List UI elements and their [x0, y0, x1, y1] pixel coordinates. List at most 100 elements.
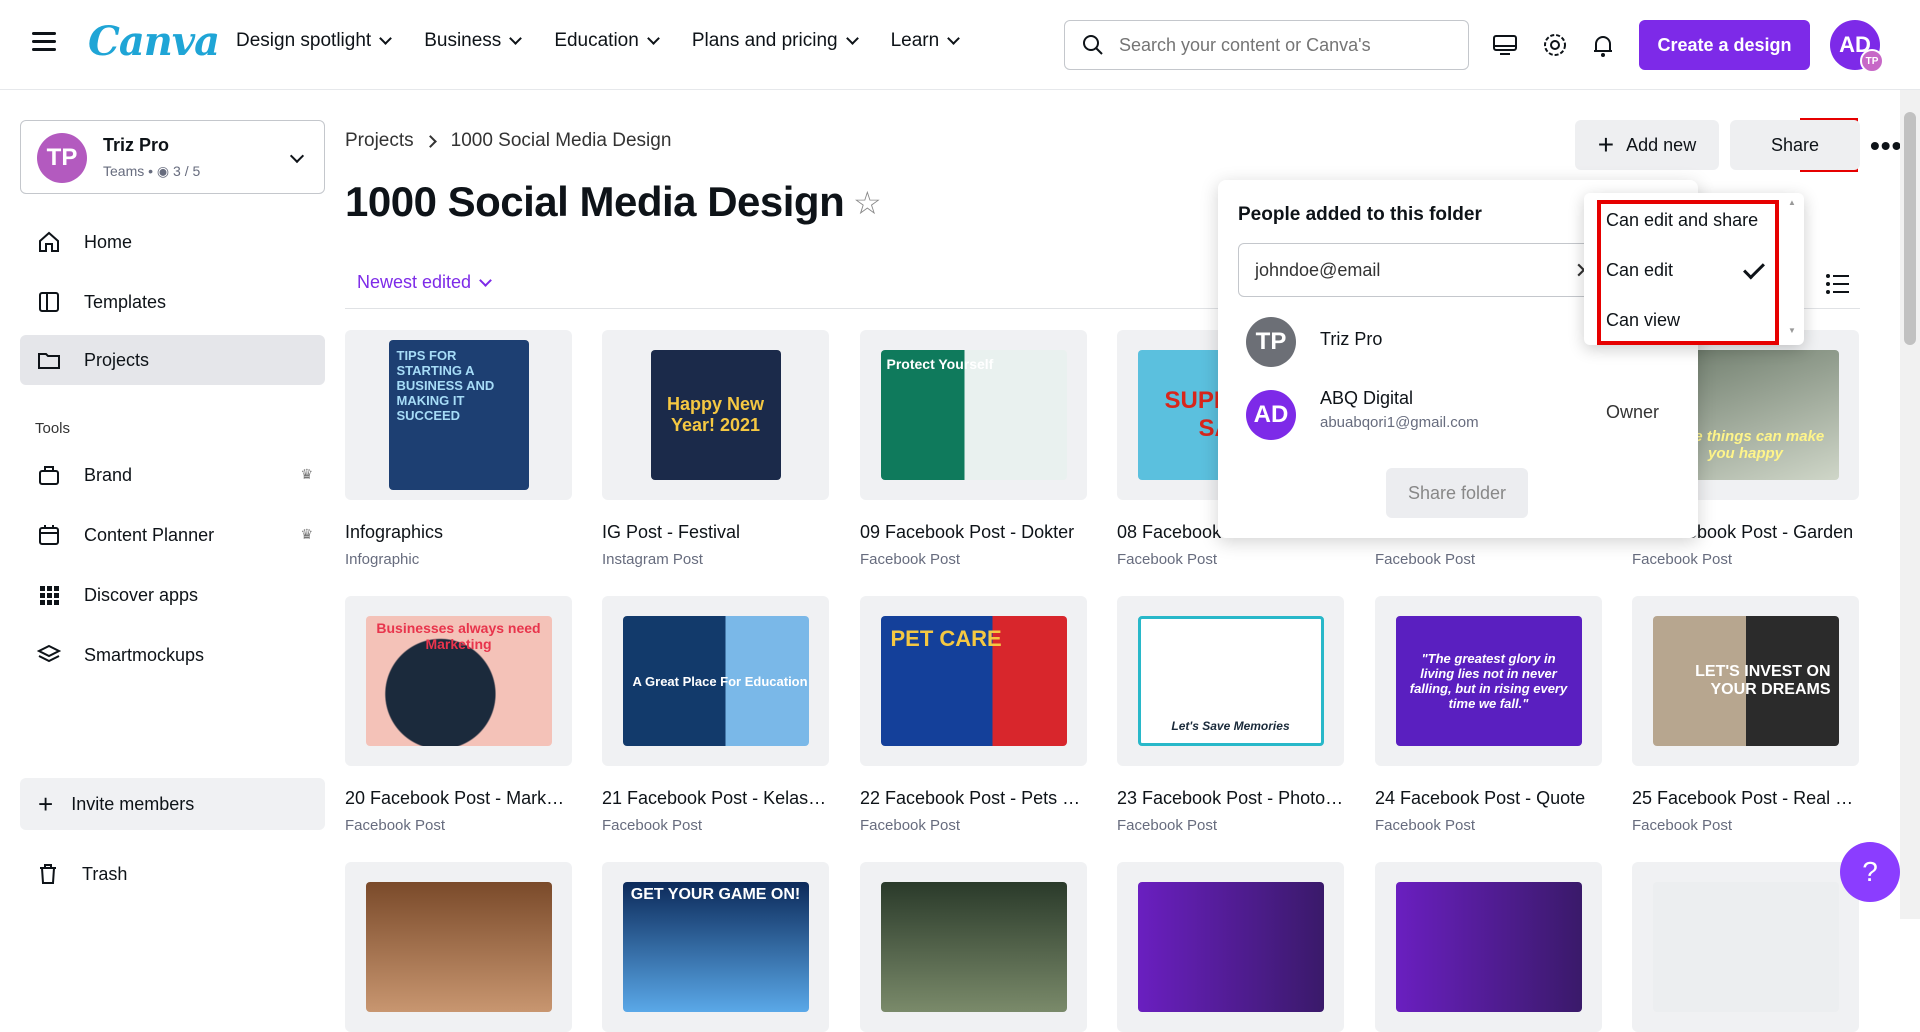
design-title[interactable]: Infographics	[345, 522, 572, 543]
canva-logo[interactable]: Canva	[88, 18, 220, 65]
thumb-image	[1652, 882, 1839, 1012]
design-thumbnail[interactable]: PET CARE	[860, 596, 1087, 766]
design-thumbnail[interactable]: Protect Yourself	[860, 330, 1087, 500]
team-avatar: TP	[37, 133, 87, 183]
permission-option-edit[interactable]: Can edit	[1606, 260, 1673, 281]
sidebar-item-projects[interactable]: Projects	[20, 335, 325, 385]
nav-business[interactable]: Business	[424, 30, 523, 52]
sidebar-item-trash[interactable]: Trash	[36, 862, 127, 886]
design-card[interactable]: "The greatest glory in living lies not i…	[1375, 596, 1602, 834]
permission-option-edit-share[interactable]: Can edit and share	[1606, 210, 1758, 231]
thumb-image	[1137, 882, 1324, 1012]
person-row: AD ABQ Digital abuabqori1@gmail.com	[1246, 388, 1479, 440]
nav-plans-pricing[interactable]: Plans and pricing	[692, 30, 859, 52]
design-card[interactable]: A Great Place For Education 21 Facebook …	[602, 596, 829, 834]
sidebar-item-home[interactable]: Home	[20, 217, 325, 267]
menu-icon[interactable]	[32, 32, 56, 52]
design-card[interactable]: LET'S INVEST ON YOUR DREAMS 25 Facebook …	[1632, 596, 1859, 834]
popover-title: People added to this folder	[1238, 204, 1482, 225]
design-type: Facebook Post	[1375, 817, 1476, 834]
design-title[interactable]: IG Post - Festival	[602, 522, 829, 543]
templates-icon	[36, 289, 62, 315]
thumb-image: Protect Yourself	[880, 350, 1067, 480]
design-type: Facebook Post	[1117, 551, 1218, 568]
design-thumbnail[interactable]: Businesses always need Marketing	[345, 596, 572, 766]
nav-design-spotlight[interactable]: Design spotlight	[236, 30, 393, 52]
design-card[interactable]: Happy New Year! 2021 IG Post - Festival …	[602, 330, 829, 568]
desktop-icon[interactable]	[1490, 30, 1520, 60]
design-card[interactable]	[1632, 862, 1859, 1032]
layers-icon	[36, 642, 62, 668]
share-button[interactable]: Share	[1730, 120, 1860, 170]
chevron-down-icon	[646, 32, 660, 45]
create-design-button[interactable]: Create a design	[1639, 20, 1810, 70]
design-type: Facebook Post	[602, 817, 703, 834]
person-role: Owner	[1606, 402, 1660, 422]
user-avatar[interactable]: AD TP	[1830, 20, 1884, 73]
sidebar-item-smartmockups[interactable]: Smartmockups	[20, 630, 325, 680]
email-field[interactable]: johndoe@email ✕	[1238, 243, 1608, 297]
design-thumbnail[interactable]: TIPS FOR STARTING A BUSINESS AND MAKING …	[345, 330, 572, 500]
design-card[interactable]: Businesses always need Marketing 20 Face…	[345, 596, 572, 834]
design-title[interactable]: 20 Facebook Post - Marketing	[345, 788, 572, 809]
nav-learn[interactable]: Learn	[891, 30, 961, 52]
design-card[interactable]: PET CARE 22 Facebook Post - Pets Care Fa…	[860, 596, 1087, 834]
permission-option-view[interactable]: Can view	[1606, 310, 1680, 331]
share-folder-button[interactable]: Share folder	[1386, 468, 1528, 518]
design-thumbnail[interactable]	[345, 862, 572, 1032]
design-thumbnail[interactable]	[860, 862, 1087, 1032]
add-new-button[interactable]: + Add new	[1575, 120, 1719, 170]
settings-icon[interactable]	[1540, 30, 1570, 60]
thumb-image: Businesses always need Marketing	[365, 616, 552, 746]
design-title[interactable]: 24 Facebook Post - Quote	[1375, 788, 1602, 809]
search-bar[interactable]	[1064, 20, 1469, 70]
invite-members-button[interactable]: + Invite members	[20, 778, 325, 830]
plus-icon: +	[38, 788, 54, 819]
design-card[interactable]: Protect Yourself 09 Facebook Post - Dokt…	[860, 330, 1087, 568]
design-card[interactable]	[345, 862, 572, 1032]
star-icon[interactable]: ☆	[853, 184, 882, 222]
design-title[interactable]: 09 Facebook Post - Dokter	[860, 522, 1087, 543]
thumb-image: A Great Place For Education	[622, 616, 809, 746]
design-thumbnail[interactable]	[1632, 862, 1859, 1032]
design-card[interactable]	[860, 862, 1087, 1032]
design-title[interactable]: 22 Facebook Post - Pets Care	[860, 788, 1087, 809]
design-card[interactable]	[1117, 862, 1344, 1032]
scrollbar-thumb[interactable]	[1904, 112, 1916, 345]
sidebar-item-templates[interactable]: Templates	[20, 277, 325, 327]
design-thumbnail[interactable]: "The greatest glory in living lies not i…	[1375, 596, 1602, 766]
help-button[interactable]: ?	[1840, 842, 1900, 902]
design-title[interactable]: 23 Facebook Post - Photography	[1117, 788, 1344, 809]
search-input[interactable]	[1119, 34, 1439, 56]
design-card[interactable]: GET YOUR GAME ON!	[602, 862, 829, 1032]
design-card[interactable]: TIPS FOR STARTING A BUSINESS AND MAKING …	[345, 330, 572, 568]
menu-scrollbar[interactable]: ▲ ▼	[1788, 199, 1798, 339]
sidebar-item-discover-apps[interactable]: Discover apps	[20, 570, 325, 620]
chevron-down-icon	[289, 148, 305, 164]
design-thumbnail[interactable]: LET'S INVEST ON YOUR DREAMS	[1632, 596, 1859, 766]
thumb-image: GET YOUR GAME ON!	[622, 882, 809, 1012]
design-thumbnail[interactable]	[1375, 862, 1602, 1032]
design-card[interactable]: Let's Save Memories 23 Facebook Post - P…	[1117, 596, 1344, 834]
design-thumbnail[interactable]: A Great Place For Education	[602, 596, 829, 766]
design-thumbnail[interactable]: Happy New Year! 2021	[602, 330, 829, 500]
sidebar-item-brand[interactable]: Brand ♛	[20, 450, 325, 500]
sidebar-item-content-planner[interactable]: Content Planner ♛	[20, 510, 325, 560]
bell-icon[interactable]	[1588, 30, 1618, 60]
more-options-icon[interactable]: •••	[1870, 130, 1902, 162]
nav-education[interactable]: Education	[554, 30, 660, 52]
thumb-image: "The greatest glory in living lies not i…	[1395, 616, 1582, 746]
breadcrumb-projects[interactable]: Projects	[345, 130, 414, 152]
design-card[interactable]	[1375, 862, 1602, 1032]
design-title[interactable]: 25 Facebook Post - Real Estate	[1632, 788, 1859, 809]
design-thumbnail[interactable]: Let's Save Memories	[1117, 596, 1344, 766]
page-scrollbar[interactable]	[1900, 90, 1920, 919]
list-view-icon[interactable]	[1825, 272, 1851, 296]
design-thumbnail[interactable]	[1117, 862, 1344, 1032]
sort-dropdown[interactable]: Newest edited	[357, 272, 492, 293]
design-title[interactable]: 21 Facebook Post - Kelas Online	[602, 788, 829, 809]
design-thumbnail[interactable]: GET YOUR GAME ON!	[602, 862, 829, 1032]
design-type: Facebook Post	[1375, 551, 1476, 568]
top-bar: Canva Design spotlight Business Educatio…	[0, 0, 1920, 90]
team-switcher[interactable]: TP Triz Pro Teams • ◉ 3 / 5	[20, 120, 325, 194]
